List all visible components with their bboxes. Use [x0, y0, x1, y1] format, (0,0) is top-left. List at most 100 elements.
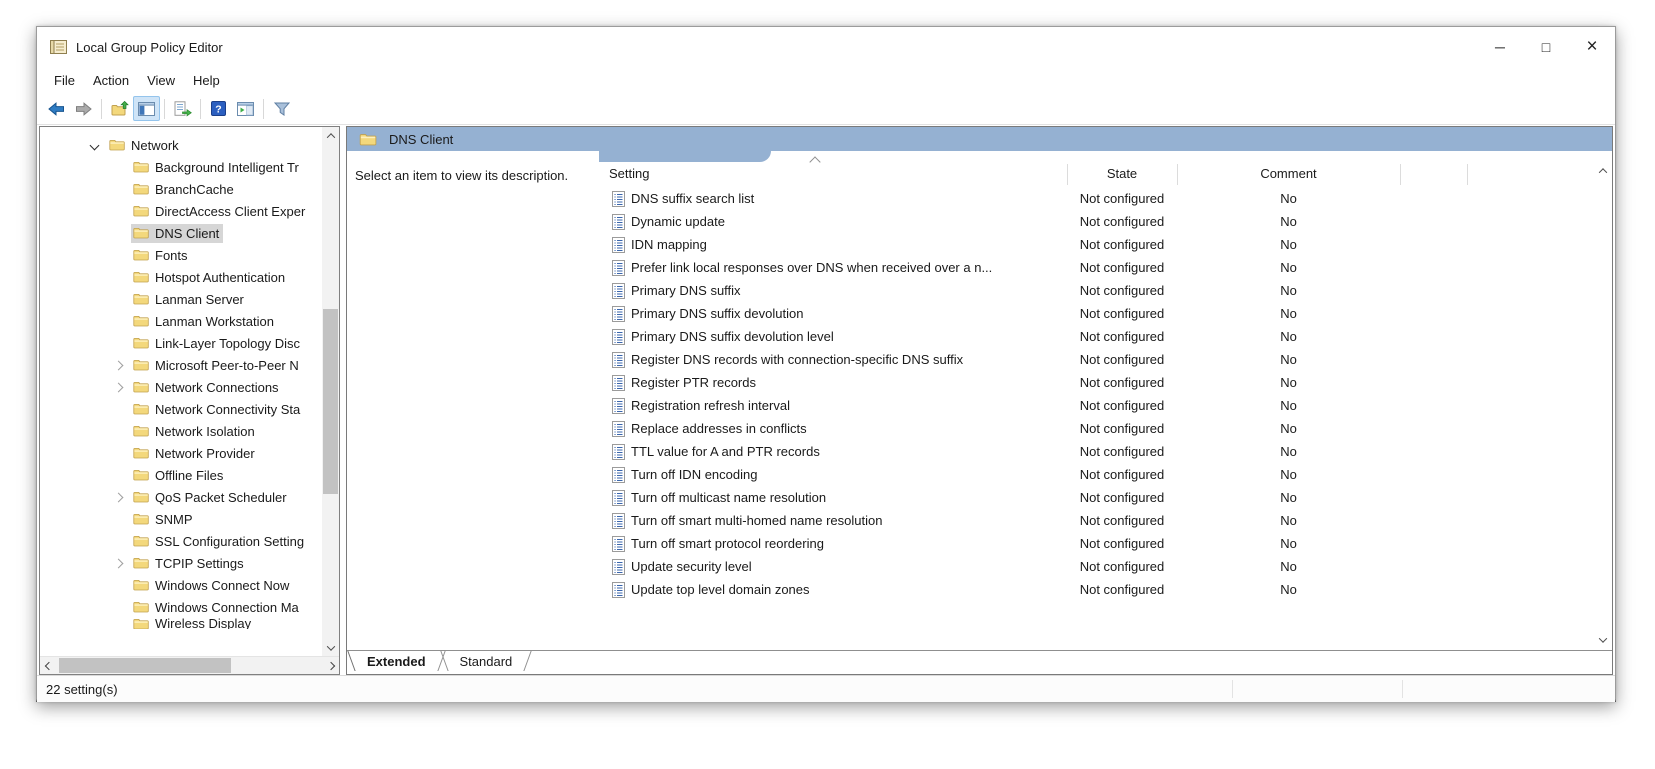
scrollbar-thumb[interactable] — [59, 658, 231, 673]
scroll-left-icon[interactable] — [40, 657, 57, 674]
scroll-down-icon[interactable] — [322, 639, 339, 656]
tree-item-label: SNMP — [155, 511, 193, 527]
folder-icon — [133, 184, 149, 195]
tree-item-label: Windows Connect Now — [155, 577, 290, 593]
column-header-state[interactable]: State — [1067, 166, 1177, 181]
chevron-right-icon[interactable] — [113, 492, 124, 502]
setting-row[interactable]: Register DNS records with connection-spe… — [599, 348, 1612, 371]
tree-item[interactable]: SSL Configuration Setting — [40, 530, 339, 552]
setting-row[interactable]: Primary DNS suffix devolution Not config… — [599, 302, 1612, 325]
setting-row[interactable]: Update security level Not configured No — [599, 555, 1612, 578]
minimize-button[interactable]: ─ — [1477, 27, 1523, 67]
tree-item[interactable]: Network Isolation — [40, 420, 339, 442]
scroll-up-icon[interactable] — [322, 127, 339, 144]
tree-item[interactable]: BranchCache — [40, 178, 339, 200]
setting-row[interactable]: Turn off smart multi-homed name resoluti… — [599, 509, 1612, 532]
tree-item[interactable]: QoS Packet Scheduler — [40, 486, 339, 508]
setting-comment: No — [1280, 559, 1297, 574]
setting-row[interactable]: Update top level domain zones Not config… — [599, 578, 1612, 601]
scroll-down-icon[interactable] — [1595, 632, 1611, 648]
setting-row[interactable]: Turn off IDN encoding Not configured No — [599, 463, 1612, 486]
tree-item[interactable]: Network Provider — [40, 442, 339, 464]
chevron-right-icon[interactable] — [113, 360, 124, 370]
tree-item[interactable]: Windows Connect Now — [40, 574, 339, 596]
tree-item[interactable]: Background Intelligent Tr — [40, 156, 339, 178]
column-divider[interactable] — [1400, 164, 1401, 185]
setting-row[interactable]: Primary DNS suffix devolution level Not … — [599, 325, 1612, 348]
show-action-pane-button[interactable] — [232, 96, 259, 121]
close-button[interactable]: × — [1569, 27, 1615, 67]
setting-row[interactable]: Turn off multicast name resolution Not c… — [599, 486, 1612, 509]
folder-icon — [133, 558, 149, 569]
tree-item-label: DirectAccess Client Exper — [155, 203, 306, 219]
tree-item[interactable]: DNS Client — [40, 222, 339, 244]
setting-row[interactable]: Primary DNS suffix Not configured No — [599, 279, 1612, 302]
sort-ascending-icon[interactable] — [809, 156, 821, 168]
folder-icon — [133, 272, 149, 283]
setting-row[interactable]: Prefer link local responses over DNS whe… — [599, 256, 1612, 279]
setting-row[interactable]: IDN mapping Not configured No — [599, 233, 1612, 256]
help-button[interactable]: ? — [205, 96, 232, 121]
chevron-right-icon[interactable] — [113, 382, 124, 392]
chevron-down-icon[interactable] — [89, 140, 100, 150]
scrollbar-thumb[interactable] — [323, 309, 338, 494]
chevron-right-icon[interactable] — [113, 558, 124, 568]
tree-item[interactable]: Lanman Server — [40, 288, 339, 310]
list-header: Setting State Comment — [599, 151, 1612, 185]
view-tab[interactable]: Standard — [450, 651, 523, 674]
tree-item[interactable]: DirectAccess Client Exper — [40, 200, 339, 222]
export-list-button[interactable] — [169, 96, 196, 121]
policy-setting-icon — [612, 282, 625, 299]
setting-row[interactable]: Dynamic update Not configured No — [599, 210, 1612, 233]
column-divider[interactable] — [1177, 164, 1178, 185]
setting-row[interactable]: Turn off smart protocol reordering Not c… — [599, 532, 1612, 555]
list-vertical-scrollbar[interactable] — [1595, 163, 1611, 648]
main-area: Network Background Intelligent Tr Branch… — [37, 125, 1615, 675]
menu-item[interactable]: View — [138, 70, 184, 91]
policy-setting-icon — [612, 489, 625, 506]
maximize-button[interactable]: □ — [1523, 27, 1569, 67]
tree-item-network-root[interactable]: Network — [40, 134, 339, 156]
setting-row[interactable]: DNS suffix search list Not configured No — [599, 187, 1612, 210]
up-one-level-button[interactable] — [106, 96, 133, 121]
filter-button[interactable] — [268, 96, 295, 121]
show-console-tree-button[interactable] — [133, 96, 160, 121]
tree-item[interactable]: Hotspot Authentication — [40, 266, 339, 288]
title-bar[interactable]: Local Group Policy Editor ─ □ × — [37, 27, 1615, 67]
menu-item[interactable]: Help — [184, 70, 229, 91]
tree-horizontal-scrollbar[interactable] — [40, 656, 339, 674]
tree-item[interactable]: TCPIP Settings — [40, 552, 339, 574]
tree-item[interactable]: Offline Files — [40, 464, 339, 486]
tree-vertical-scrollbar[interactable] — [322, 127, 339, 656]
tree-item[interactable]: Link-Layer Topology Disc — [40, 332, 339, 354]
column-divider[interactable] — [1067, 164, 1068, 185]
tree-item[interactable]: SNMP — [40, 508, 339, 530]
setting-row[interactable]: Replace addresses in conflicts Not confi… — [599, 417, 1612, 440]
forward-button[interactable] — [70, 96, 97, 121]
back-button[interactable] — [43, 96, 70, 121]
menu-item[interactable]: File — [45, 70, 84, 91]
tree-item[interactable]: Microsoft Peer-to-Peer N — [40, 354, 339, 376]
tree-item[interactable]: Lanman Workstation — [40, 310, 339, 332]
tree-item[interactable]: Network Connections — [40, 376, 339, 398]
tree-item-label: Wireless Display — [155, 618, 252, 629]
setting-row[interactable]: TTL value for A and PTR records Not conf… — [599, 440, 1612, 463]
setting-name: Update security level — [631, 559, 752, 574]
tree-item[interactable]: Wireless Display — [40, 618, 339, 629]
policy-setting-icon — [612, 535, 625, 552]
policy-setting-icon — [612, 259, 625, 276]
setting-row[interactable]: Register PTR records Not configured No — [599, 371, 1612, 394]
column-header-comment[interactable]: Comment — [1177, 166, 1400, 181]
scroll-right-icon[interactable] — [322, 657, 339, 674]
scroll-up-icon[interactable] — [1595, 163, 1611, 179]
column-header-setting[interactable]: Setting — [609, 166, 649, 181]
menu-item[interactable]: Action — [84, 70, 138, 91]
tree-item[interactable]: Fonts — [40, 244, 339, 266]
setting-comment: No — [1280, 352, 1297, 367]
view-tab[interactable]: Extended — [357, 651, 436, 674]
setting-row[interactable]: Registration refresh interval Not config… — [599, 394, 1612, 417]
setting-comment: No — [1280, 444, 1297, 459]
tree-item[interactable]: Windows Connection Ma — [40, 596, 339, 618]
tree-item[interactable]: Network Connectivity Sta — [40, 398, 339, 420]
column-divider[interactable] — [1467, 164, 1468, 185]
